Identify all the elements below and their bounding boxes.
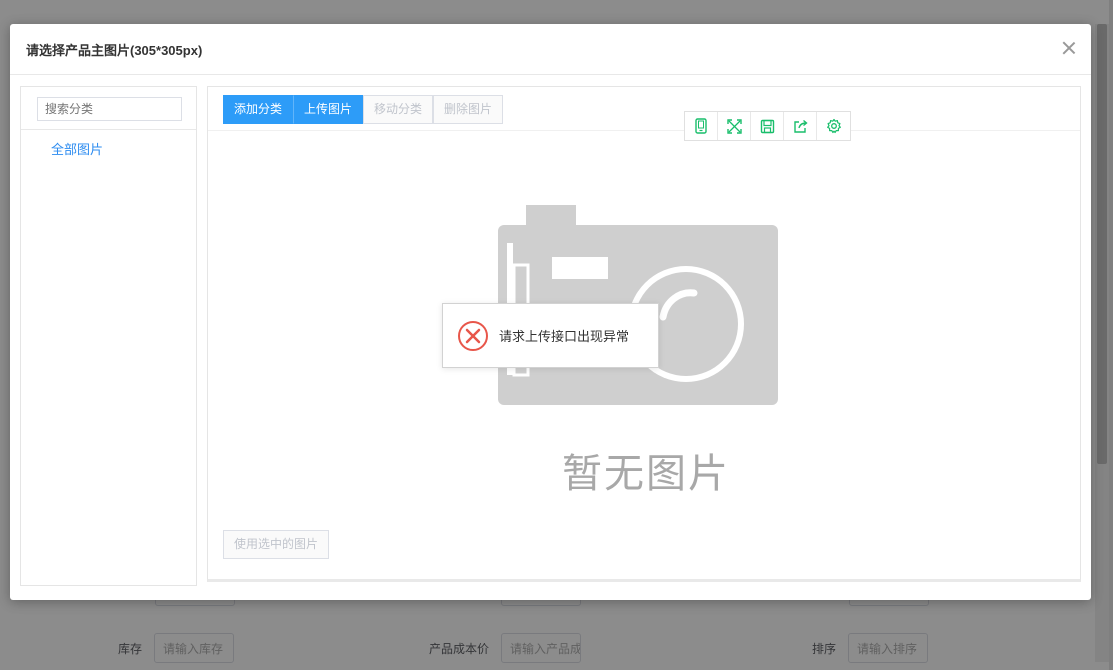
action-button-group: 添加分类 上传图片 移动分类 删除图片 <box>223 95 504 124</box>
category-search-input[interactable] <box>37 97 182 121</box>
upload-image-button[interactable]: 上传图片 <box>293 95 364 124</box>
error-icon <box>457 320 489 352</box>
floating-toolbar <box>684 111 851 141</box>
delete-image-button[interactable]: 删除图片 <box>433 95 504 124</box>
close-icon[interactable] <box>1059 38 1079 58</box>
category-item-all-images[interactable]: 全部图片 <box>51 139 103 158</box>
phone-icon[interactable] <box>685 112 718 140</box>
expand-icon[interactable] <box>718 112 751 140</box>
use-selected-image-button[interactable]: 使用选中的图片 <box>223 530 330 559</box>
settings-icon[interactable] <box>817 112 850 140</box>
modal-title: 请选择产品主图片(305*305px) <box>26 42 203 58</box>
save-icon[interactable] <box>751 112 784 140</box>
empty-state-text: 暂无图片 <box>562 451 730 497</box>
share-icon[interactable] <box>784 112 817 140</box>
divider <box>208 130 1080 131</box>
modal-header: 请选择产品主图片(305*305px) <box>10 24 1091 75</box>
move-category-button[interactable]: 移动分类 <box>363 95 434 124</box>
toast-message: 请求上传接口出现异常 <box>499 330 630 345</box>
divider <box>21 129 196 130</box>
category-sidebar: 全部图片 <box>20 86 197 586</box>
error-toast: 请求上传接口出现异常 <box>442 303 659 368</box>
add-category-button[interactable]: 添加分类 <box>223 95 294 124</box>
